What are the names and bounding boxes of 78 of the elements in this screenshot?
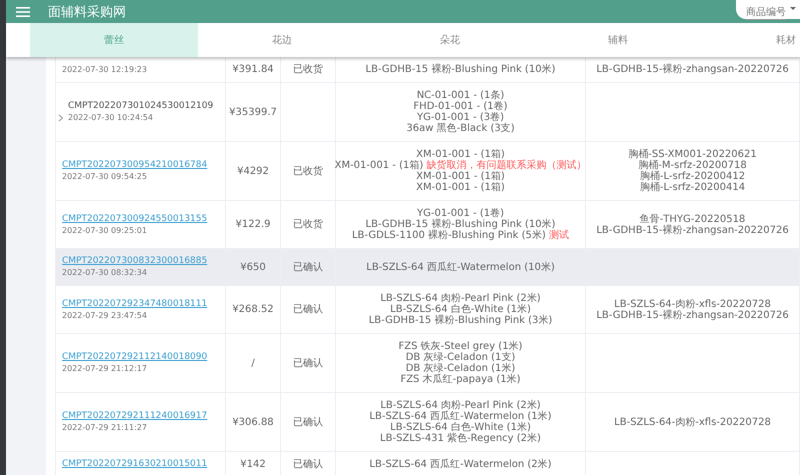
- item-line: LB-GDLS-1100 裸粉-Blushing Pink (5米) 测试: [352, 230, 570, 241]
- item-line: LB-SZLS-64 肉粉-Pearl Pink (2米): [380, 400, 541, 411]
- item-line: NC-01-001 - (1条): [416, 90, 504, 101]
- item-line: 36aw 黑色-Black (3支): [406, 123, 515, 134]
- item-line: LB-GDHB-15 裸粉-Blushing Pink (10米): [366, 64, 556, 75]
- order-date: 2022-07-30 10:24:54: [68, 112, 153, 123]
- order-date: 2022-07-29 21:11:27: [62, 422, 147, 433]
- site-title: 面辅料采购网: [48, 4, 126, 20]
- item-line: LB-SZLS-64 白色-White (1米): [390, 304, 531, 315]
- order-date: 2022-07-30 09:25:01: [62, 224, 147, 236]
- order-date: 2022-07-30 09:54:25: [62, 171, 147, 182]
- order-status: 已收货: [293, 219, 323, 230]
- item-line: LB-SZLS-64 西瓜红-Watermelon (1米): [369, 411, 552, 422]
- category-tab[interactable]: 朵花: [366, 23, 534, 57]
- search-type-dropdown[interactable]: 商品编号: [736, 0, 800, 18]
- order-amount: ¥35399.7: [229, 106, 277, 118]
- order-date: 2022-07-29 23:47:54: [62, 310, 147, 320]
- item-line: YG-01-001 - (1卷): [416, 208, 504, 219]
- remark-line: LB-GDHB-15-裸粉-zhangsan-20220726: [596, 224, 789, 236]
- item-line: LB-GDHB-15 裸粉-Blushing Pink (10米): [366, 219, 556, 230]
- item-line: LB-SZLS-64 西瓜红-Watermelon (10米): [366, 262, 555, 272]
- order-date: 2022-07-29 21:12:17: [62, 363, 147, 374]
- order-number[interactable]: CMPT202207300832300016885: [62, 256, 208, 267]
- item-line: LB-SZLS-64 肉粉-Pearl Pink (2米): [380, 293, 541, 304]
- remark-line: 胸桶-SS-XM001-20220621: [628, 149, 757, 160]
- remark-line: LB-SZLS-64-肉粉-xfls-20220728: [614, 298, 771, 310]
- item-line: FHD-01-001 - (1卷): [413, 101, 508, 112]
- order-number[interactable]: CMPT202207292347480018111: [62, 298, 208, 310]
- item-line: LB-SZLS-64 白色-White (1米): [390, 422, 531, 433]
- order-amount: ¥268.52: [232, 304, 274, 315]
- item-line: FZS 铁灰-Steel grey (1米): [398, 341, 522, 352]
- order-amount: ¥4292: [237, 166, 269, 176]
- order-amount: ¥122.9: [236, 219, 270, 230]
- remark-line: LB-GDHB-15-裸粉-zhangsan-20220726: [596, 64, 789, 75]
- order-status: 已确认: [293, 358, 323, 368]
- remark-line: LB-SZLS-64-肉粉-xfls-20220728: [614, 416, 771, 428]
- item-line: DB 灰绿-Celadon (1支): [406, 352, 516, 363]
- category-tab[interactable]: 花边: [198, 23, 366, 57]
- order-amount: ¥391.84: [232, 64, 274, 75]
- order-date: 2022-07-30 12:19:23: [62, 64, 147, 75]
- item-line: LB-GDHB-15 裸粉-Blushing Pink (3米): [368, 315, 552, 326]
- remark-line: 鱼骨-THYG-20220518: [640, 214, 746, 224]
- order-number[interactable]: CMPT202207292112140018090: [62, 352, 208, 363]
- category-tab[interactable]: 蕾丝: [30, 23, 198, 57]
- order-status: 已收货: [293, 166, 323, 176]
- item-line: XM-01-001 - (1箱): [416, 182, 505, 193]
- caret-icon: [790, 4, 796, 10]
- item-line: LB-SZLS-431 紫色-Regency (2米): [380, 433, 541, 444]
- chevron-right-icon[interactable]: [58, 114, 64, 122]
- item-line: XM-01-001 - (1箱) 缺货取消，有问题联系采购（测试）: [334, 160, 586, 171]
- remark-line: 胸桶-L-srfz-20200412: [640, 171, 746, 182]
- item-line: YG-01-001 - (3卷): [416, 112, 504, 123]
- item-line: FZS 木瓜红-papaya (1米): [400, 374, 521, 385]
- category-tab[interactable]: 辅料: [534, 23, 702, 57]
- remark-line: 胸桶-M-srfz-20200718: [638, 160, 747, 171]
- order-status: 已确认: [293, 262, 323, 272]
- item-line: XM-01-001 - (1箱): [416, 171, 505, 182]
- order-amount: ¥142: [240, 459, 266, 470]
- order-status: 已收货: [293, 64, 323, 75]
- order-amount: /: [251, 358, 255, 368]
- item-line: XM-01-001 - (1箱): [416, 149, 505, 160]
- menu-icon[interactable]: [16, 6, 30, 18]
- order-amount: ¥650: [240, 262, 266, 272]
- remark-line: 胸桶-L-srfz-20200414: [640, 182, 746, 193]
- order-number[interactable]: CMPT202207300924550013155: [62, 214, 208, 224]
- item-line: DB 灰绿-Celadon (1米): [406, 363, 516, 374]
- order-amount: ¥306.88: [232, 416, 274, 428]
- order-number[interactable]: CMPT202207292111240016917: [62, 411, 208, 422]
- order-date: 2022-07-30 08:32:34: [62, 267, 147, 278]
- order-number[interactable]: CMPT202207291630210015011: [62, 459, 208, 470]
- order-status: 已确认: [293, 416, 323, 428]
- category-tab[interactable]: 耗材: [702, 23, 800, 57]
- remark-line: LB-GDHB-15-裸粉-zhangsan-20220726: [596, 310, 789, 320]
- order-number[interactable]: CMPT202207300954210016784: [62, 160, 208, 171]
- order-status: 已确认: [293, 304, 323, 315]
- order-status: 已确认: [293, 459, 323, 470]
- order-number: CMPT202207301024530012109: [68, 101, 214, 112]
- item-line: LB-SZLS-64 西瓜红-Watermelon (2米): [369, 459, 552, 470]
